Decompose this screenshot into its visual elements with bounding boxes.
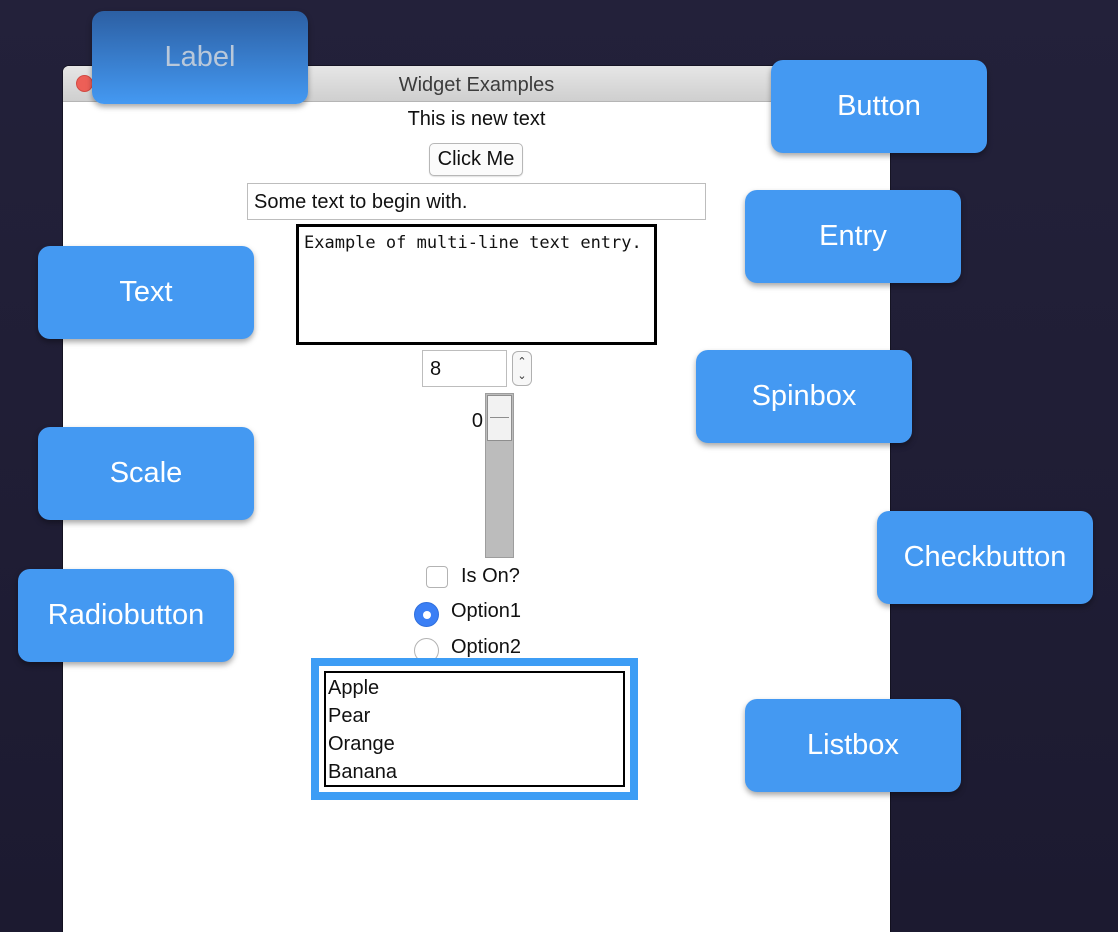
list-item[interactable]: Orange [328, 730, 621, 758]
scale-value: 0 [471, 410, 483, 432]
callout-label: Label [92, 11, 308, 104]
radio-option-label: Option2 [451, 636, 522, 658]
click-me-button[interactable]: Click Me [429, 143, 523, 176]
callout-radiobutton: Radiobutton [18, 569, 234, 662]
spinbox-stepper[interactable]: ⌃ ⌄ [512, 351, 532, 386]
multiline-text-field[interactable]: Example of multi-line text entry. [296, 224, 657, 345]
scale-slider-handle[interactable] [487, 395, 512, 441]
list-item[interactable]: Pear [328, 702, 621, 730]
callout-button: Button [771, 60, 987, 153]
list-item[interactable]: Apple [328, 674, 621, 702]
callout-entry: Entry [745, 190, 961, 283]
listbox-inner: Apple Pear Orange Banana [319, 666, 630, 792]
callout-checkbutton: Checkbutton [877, 511, 1093, 604]
callout-scale: Scale [38, 427, 254, 520]
callout-spinbox: Spinbox [696, 350, 912, 443]
radio-button-selected[interactable] [414, 602, 439, 627]
chevron-down-icon[interactable]: ⌄ [513, 369, 531, 383]
callout-text: Text [38, 246, 254, 339]
entry-field[interactable]: Some text to begin with. [247, 183, 706, 220]
label-widget: This is new text [407, 108, 546, 130]
listbox-items: Apple Pear Orange Banana [324, 671, 625, 787]
spinbox-field[interactable]: 8 [422, 350, 507, 387]
callout-listbox: Listbox [745, 699, 961, 792]
checkbox[interactable] [426, 566, 448, 588]
checkbutton-label: Is On? [461, 565, 520, 587]
radio-option-label: Option1 [451, 600, 522, 622]
chevron-up-icon[interactable]: ⌃ [513, 355, 531, 369]
listbox[interactable]: Apple Pear Orange Banana [311, 658, 638, 800]
list-item[interactable]: Banana [328, 758, 621, 786]
